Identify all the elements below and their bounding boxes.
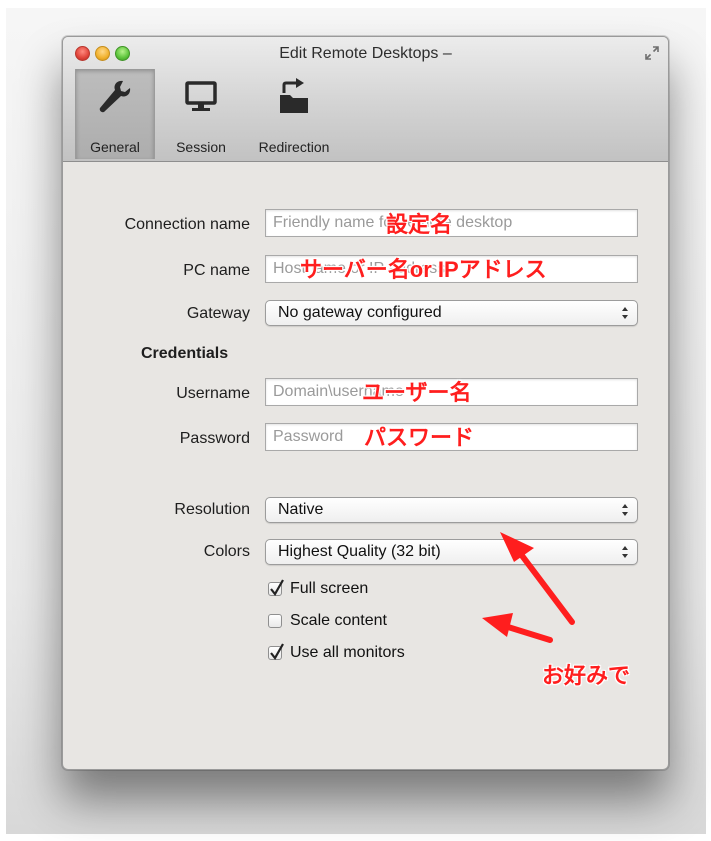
red-arrow-icon — [482, 613, 553, 643]
red-arrow-icon — [500, 532, 575, 625]
annotation-arrows — [482, 532, 575, 643]
